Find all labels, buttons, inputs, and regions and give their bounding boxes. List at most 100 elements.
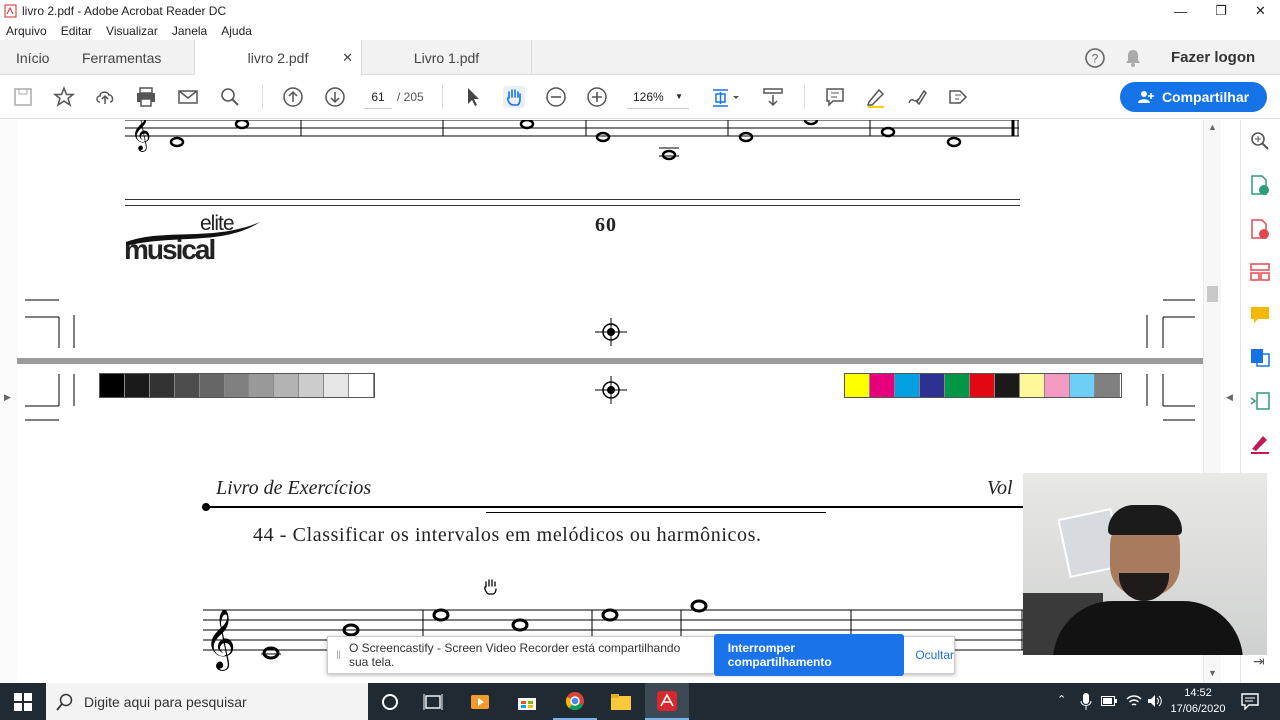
battery-icon[interactable] — [1101, 696, 1117, 706]
volume-label: Vol — [987, 477, 1013, 499]
drag-handle-icon[interactable]: ‖ — [336, 648, 341, 662]
combine-files-icon[interactable] — [1249, 346, 1271, 368]
expand-left-icon[interactable]: ▶ — [4, 392, 11, 403]
store-icon[interactable] — [507, 683, 547, 720]
menu-item-ajuda[interactable]: Ajuda — [221, 24, 252, 38]
next-page-icon[interactable] — [324, 86, 346, 108]
scroll-mode-icon[interactable] — [762, 86, 784, 108]
left-gutter: ▶ — [0, 120, 17, 683]
comment-icon[interactable] — [824, 86, 846, 108]
select-cursor-icon[interactable] — [462, 86, 484, 108]
expand-tools-icon[interactable]: ⇥ — [1253, 653, 1265, 670]
color-calibration-bar — [844, 373, 1122, 398]
gray-swatch — [349, 374, 374, 397]
upload-cloud-icon[interactable] — [94, 86, 116, 108]
scroll-down-icon[interactable]: ▼ — [1208, 668, 1217, 678]
fill-sign-icon[interactable] — [947, 86, 969, 108]
gray-swatch — [274, 374, 300, 397]
search-icon[interactable] — [219, 86, 241, 108]
fill-sign-tool-icon[interactable] — [1249, 432, 1271, 454]
registration-mark-icon — [595, 318, 627, 346]
page-number-input[interactable]: 61 — [364, 85, 392, 109]
taskbar-search-box[interactable]: Digite aqui para pesquisar — [46, 683, 368, 720]
page-total: / 205 — [397, 90, 424, 104]
tab-livro2[interactable]: livro 2.pdf ✕ — [194, 40, 362, 75]
login-link[interactable]: Fazer logon — [1171, 40, 1255, 75]
cap — [1108, 505, 1182, 535]
hide-button[interactable]: Ocultar — [915, 648, 954, 662]
stop-sharing-button[interactable]: Interromper compartilhamento — [713, 634, 905, 676]
notification-text: O Screencastify - Screen Video Recorder … — [348, 641, 681, 669]
sign-pen-icon[interactable] — [906, 86, 928, 108]
clock-time: 14:52 — [1184, 687, 1212, 699]
zoom-in-icon[interactable] — [586, 86, 608, 108]
zoom-select[interactable]: 126% ▼ — [627, 85, 689, 109]
registration-mark-icon — [595, 376, 627, 404]
gray-swatch — [149, 374, 175, 397]
organize-pages-icon[interactable] — [1249, 261, 1271, 283]
book-title: Livro de Exercícios — [216, 477, 372, 499]
close-tab-icon[interactable]: ✕ — [342, 50, 353, 66]
compress-icon[interactable] — [1249, 390, 1271, 412]
clock-date: 17/06/2020 — [1170, 703, 1226, 715]
menu-item-editar[interactable]: Editar — [61, 24, 92, 38]
zoom-out-icon[interactable] — [545, 86, 567, 108]
create-pdf-icon[interactable] — [1249, 218, 1271, 240]
menu-item-janela[interactable]: Janela — [172, 24, 207, 38]
color-swatch — [1020, 374, 1045, 397]
tab-livro1[interactable]: Livro 1.pdf — [362, 40, 532, 75]
notification-center-icon[interactable] — [1241, 693, 1259, 710]
tab-ferramentas[interactable]: Ferramentas — [82, 40, 161, 75]
taskbar-search-placeholder: Digite aqui para pesquisar — [84, 693, 247, 710]
gray-swatch — [124, 374, 150, 397]
wifi-icon[interactable] — [1126, 694, 1142, 708]
webcam-overlay — [1023, 473, 1267, 655]
gray-swatch — [299, 374, 325, 397]
windows-start-icon[interactable] — [0, 683, 46, 720]
acrobat-file-icon — [4, 4, 17, 18]
highlight-pen-icon[interactable] — [865, 86, 887, 108]
volume-icon[interactable] — [1147, 694, 1163, 708]
task-view-icon[interactable] — [413, 683, 453, 720]
menu-item-arquivo[interactable]: Arquivo — [6, 24, 47, 38]
prev-page-icon[interactable] — [282, 86, 304, 108]
scroll-up-icon[interactable]: ▲ — [1208, 122, 1217, 132]
zoom-tool-icon[interactable] — [1249, 130, 1271, 152]
star-icon[interactable] — [53, 86, 75, 108]
tray-expand-icon[interactable]: ⌃ — [1057, 693, 1066, 706]
fit-page-icon[interactable] — [710, 86, 742, 108]
export-pdf-icon[interactable] — [1249, 174, 1271, 196]
tab-inicio[interactable]: Início — [16, 40, 49, 75]
gray-swatch — [100, 374, 125, 397]
menu-bar: Arquivo Editar Visualizar Janela Ajuda — [0, 22, 1280, 40]
email-icon[interactable] — [177, 86, 199, 108]
restore-icon[interactable]: ❐ — [1215, 3, 1227, 19]
collapse-panel-icon[interactable]: ◀ — [1226, 392, 1233, 403]
file-explorer-icon[interactable] — [600, 683, 642, 720]
comment-tool-icon[interactable] — [1249, 304, 1271, 326]
microphone-icon[interactable] — [1080, 693, 1092, 711]
media-app-icon[interactable] — [460, 683, 500, 720]
help-icon[interactable]: ? — [1084, 47, 1106, 69]
print-icon[interactable] — [135, 86, 157, 108]
hand-tool-icon[interactable] — [503, 86, 525, 108]
save-icon[interactable] — [12, 86, 34, 108]
color-swatch — [870, 374, 895, 397]
add-user-icon — [1137, 91, 1154, 103]
color-swatch — [920, 374, 945, 397]
bell-icon[interactable] — [1123, 48, 1143, 68]
cortana-icon[interactable] — [370, 683, 410, 720]
acrobat-taskbar-icon[interactable] — [645, 683, 689, 720]
share-button[interactable]: Compartilhar — [1120, 82, 1267, 112]
scroll-thumb[interactable] — [1207, 286, 1218, 302]
chrome-icon[interactable] — [553, 683, 597, 720]
title-bar: livro 2.pdf - Adobe Acrobat Reader DC — … — [0, 0, 1280, 22]
search-icon — [56, 693, 73, 711]
clock[interactable]: 14:52 17/06/2020 — [1168, 685, 1228, 717]
tab-livro2-label: livro 2.pdf — [247, 49, 309, 66]
close-window-icon[interactable]: ✕ — [1255, 3, 1266, 19]
minimize-icon[interactable]: — — [1174, 4, 1187, 19]
tab-bar: Início Ferramentas livro 2.pdf ✕ Livro 1… — [0, 40, 1280, 75]
menu-item-visualizar[interactable]: Visualizar — [106, 24, 158, 38]
windows-taskbar: Digite aqui para pesquisar ⌃ 14:52 17/06… — [0, 683, 1280, 720]
